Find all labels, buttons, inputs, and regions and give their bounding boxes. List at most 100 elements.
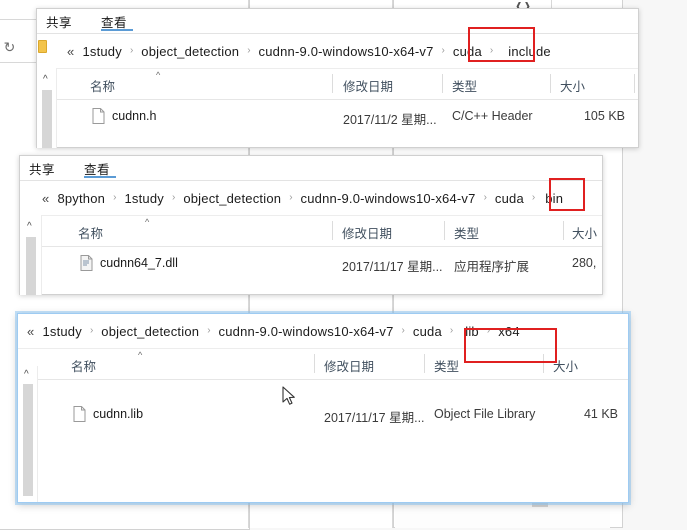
column-header-include: ^ 名称 修改日期 类型 大小 — [37, 69, 638, 100]
breadcrumb-part-cuda[interactable]: cuda — [451, 44, 484, 59]
breadcrumb-part-cudnn-archive[interactable]: cudnn-9.0-windows10-x64-v7 — [257, 44, 436, 59]
breadcrumb-part-1study[interactable]: 1study — [122, 191, 166, 206]
breadcrumb-part-x64[interactable]: x64 — [496, 324, 522, 339]
table-row[interactable]: cudnn64_7.dll 2017/11/17 星期... 应用程序扩展 28… — [20, 252, 602, 276]
column-divider[interactable] — [332, 221, 333, 240]
dll-file-icon — [80, 255, 93, 271]
file-name[interactable]: cudnn64_7.dll — [100, 256, 178, 270]
column-header-type[interactable]: 类型 — [452, 76, 477, 95]
breadcrumb-part-cuda[interactable]: cuda — [493, 191, 526, 206]
column-divider[interactable] — [424, 354, 425, 373]
background-divider-top-2 — [0, 62, 40, 63]
explorer-window-lib-x64[interactable]: 共享 查看 « 1study › object_detection › cudn… — [17, 313, 629, 503]
header-file-icon — [92, 108, 105, 124]
breadcrumb-part-object-detection[interactable]: object_detection — [139, 44, 241, 59]
chevron-right-icon: › — [289, 191, 293, 203]
column-header-name[interactable]: 名称 — [71, 356, 96, 375]
breadcrumb-part-lib[interactable]: lib — [459, 324, 481, 339]
file-modified-date: 2017/11/17 星期... — [324, 411, 425, 425]
breadcrumb-lib-x64[interactable]: « 1study › object_detection › cudnn-9.0-… — [25, 314, 522, 348]
column-divider[interactable] — [444, 221, 445, 240]
breadcrumb-back-chevrons[interactable]: « — [40, 191, 55, 206]
column-header-size[interactable]: 大小 — [572, 223, 597, 242]
column-header-modified[interactable]: 修改日期 — [342, 223, 392, 242]
menubar-bin: 共享 查看 — [20, 156, 602, 181]
column-header-lib-x64: ^ 名称 修改日期 类型 大小 — [18, 349, 628, 380]
menu-item-share[interactable]: 共享 — [29, 159, 55, 178]
breadcrumb-part-cudnn-archive[interactable]: cudnn-9.0-windows10-x64-v7 — [217, 324, 396, 339]
lib-file-icon — [73, 406, 86, 422]
column-divider[interactable] — [332, 74, 333, 93]
column-header-bin: ^ 名称 修改日期 类型 大小 — [20, 216, 602, 247]
menu-active-underline — [101, 29, 133, 31]
collapse-caret-icon[interactable]: ^ — [27, 221, 32, 232]
breadcrumb-part-object-detection[interactable]: object_detection — [181, 191, 283, 206]
chevron-right-icon: › — [113, 191, 117, 203]
chevron-right-icon: › — [171, 191, 176, 203]
file-type: Object File Library — [434, 407, 536, 421]
chevron-right-icon: › — [129, 44, 134, 56]
addressbar-include[interactable]: « 1study › object_detection › cudnn-9.0-… — [37, 34, 638, 69]
navigation-rail-lib-x64: ^ — [18, 366, 38, 502]
file-name[interactable]: cudnn.h — [112, 109, 156, 123]
breadcrumb-back-chevrons[interactable]: « — [65, 44, 80, 59]
addressbar-bin[interactable]: « 8python › 1study › object_detection › … — [20, 181, 602, 216]
chevron-right-icon: › — [486, 324, 491, 336]
sort-ascending-caret: ^ — [145, 217, 150, 227]
chevron-right-icon: › — [89, 324, 94, 336]
file-size: 105 KB — [583, 109, 625, 123]
background-inner-strip — [395, 499, 610, 528]
vertical-scrollbar-thumb[interactable] — [23, 384, 33, 496]
sort-ascending-caret: ^ — [138, 350, 143, 360]
breadcrumb-include[interactable]: « 1study › object_detection › cudnn-9.0-… — [65, 34, 553, 68]
column-header-name[interactable]: 名称 — [78, 223, 103, 242]
chevron-right-icon: › — [531, 191, 536, 203]
column-header-type[interactable]: 类型 — [434, 356, 459, 375]
column-header-size[interactable]: 大小 — [560, 76, 585, 95]
file-name[interactable]: cudnn.lib — [93, 407, 143, 421]
table-row[interactable]: cudnn.h 2017/11/2 星期... C/C++ Header 105… — [37, 105, 638, 129]
column-header-size[interactable]: 大小 — [553, 356, 578, 375]
sort-ascending-caret: ^ — [156, 70, 161, 80]
chevron-right-icon: › — [401, 324, 405, 336]
breadcrumb-part-bin[interactable]: bin — [541, 191, 565, 206]
column-divider[interactable] — [314, 354, 315, 373]
explorer-window-bin[interactable]: 共享 查看 « 8python › 1study › object_detect… — [19, 155, 603, 295]
breadcrumb-part-include[interactable]: include — [499, 44, 553, 59]
column-header-modified[interactable]: 修改日期 — [324, 356, 374, 375]
column-header-type[interactable]: 类型 — [454, 223, 479, 242]
chevron-right-icon: › — [483, 191, 487, 203]
refresh-icon[interactable]: ↻ — [2, 40, 17, 55]
column-divider[interactable] — [543, 354, 544, 373]
chevron-right-icon: › — [441, 44, 445, 56]
menu-item-share[interactable]: 共享 — [46, 12, 72, 31]
menu-active-underline — [84, 176, 116, 178]
collapse-caret-icon[interactable]: ^ — [43, 74, 48, 85]
breadcrumb-part-1study[interactable]: 1study — [40, 324, 84, 339]
breadcrumb-part-1study[interactable]: 1study — [80, 44, 124, 59]
breadcrumb-back-chevrons[interactable]: « — [25, 324, 40, 339]
column-header-name[interactable]: 名称 — [90, 76, 115, 95]
breadcrumb-part-8python[interactable]: 8python — [55, 191, 107, 206]
column-divider[interactable] — [634, 74, 635, 93]
collapse-caret-icon[interactable]: ^ — [24, 369, 29, 380]
breadcrumb-part-object-detection[interactable]: object_detection — [99, 324, 201, 339]
chevron-right-icon: › — [489, 44, 494, 56]
addressbar-lib-x64[interactable]: « 1study › object_detection › cudnn-9.0-… — [18, 314, 628, 349]
breadcrumb-part-cudnn-archive[interactable]: cudnn-9.0-windows10-x64-v7 — [299, 191, 478, 206]
file-size: 41 KB — [583, 407, 618, 421]
column-divider[interactable] — [550, 74, 551, 93]
column-divider[interactable] — [442, 74, 443, 93]
chevron-right-icon: › — [449, 324, 454, 336]
chevron-right-icon: › — [207, 324, 211, 336]
breadcrumb-bin[interactable]: « 8python › 1study › object_detection › … — [40, 181, 565, 215]
explorer-window-include[interactable]: 共享 查看 « 1study › object_detection › cudn… — [36, 8, 639, 148]
folder-icon[interactable] — [38, 40, 47, 53]
table-row[interactable]: cudnn.lib 2017/11/17 星期... Object File L… — [18, 403, 628, 427]
column-divider[interactable] — [563, 221, 564, 240]
chevron-right-icon: › — [247, 44, 251, 56]
breadcrumb-part-cuda[interactable]: cuda — [411, 324, 444, 339]
file-modified-date: 2017/11/2 星期... — [343, 113, 437, 127]
file-size: 280, — [572, 256, 597, 270]
column-header-modified[interactable]: 修改日期 — [343, 76, 393, 95]
